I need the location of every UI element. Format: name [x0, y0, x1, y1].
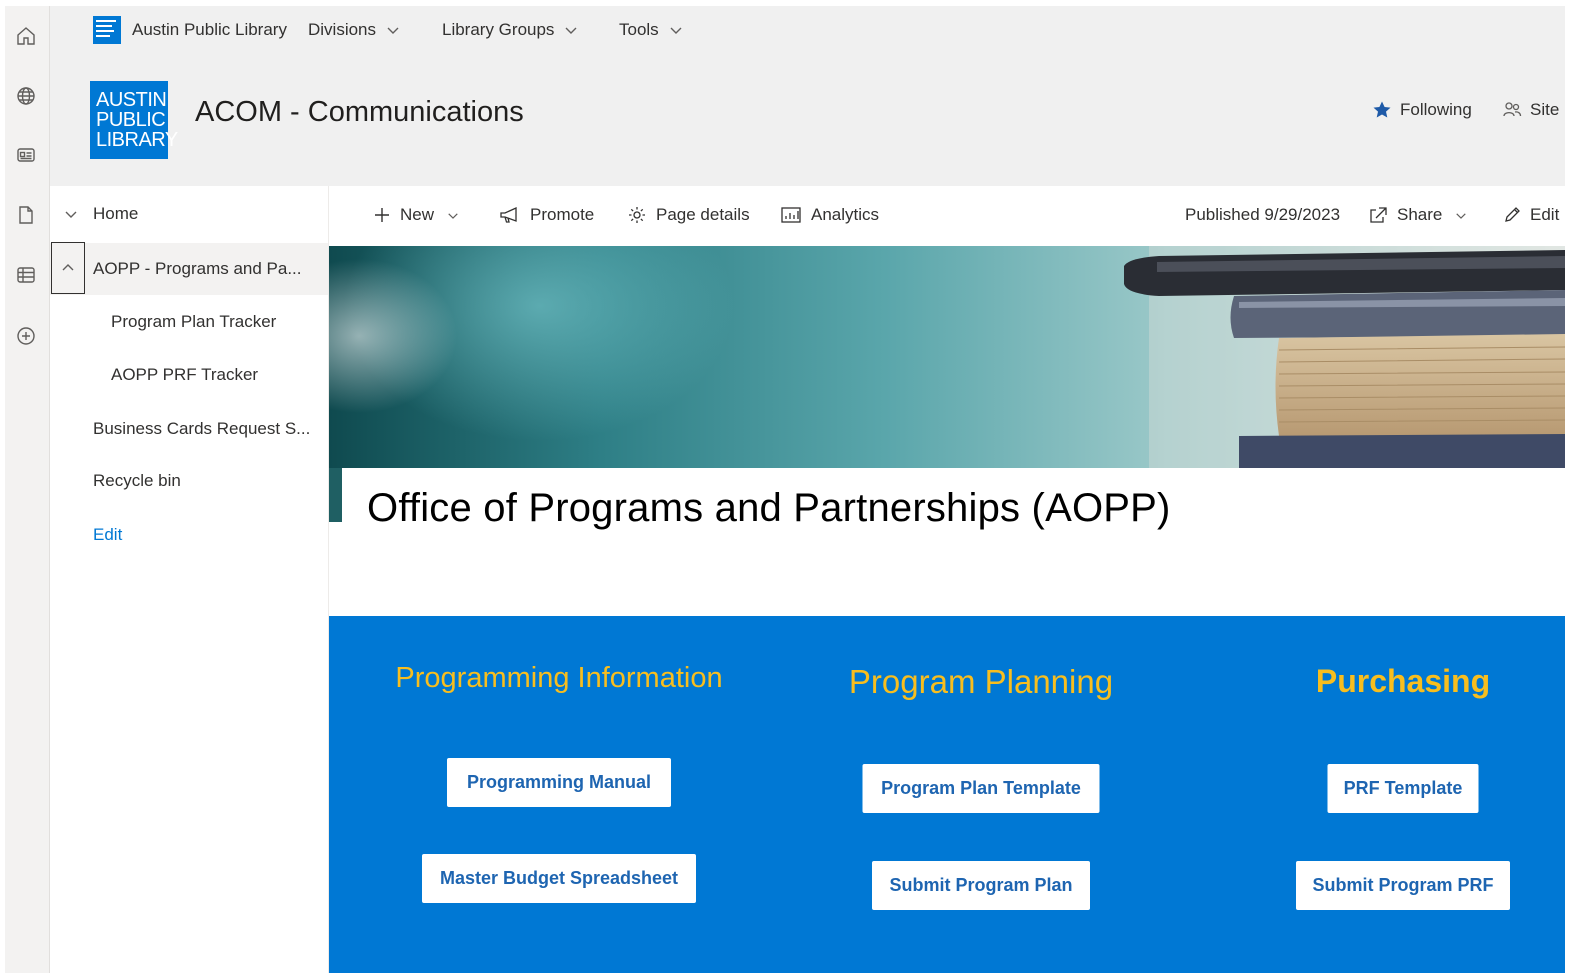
chevron-down-icon — [670, 27, 682, 34]
logo-line: PUBLIC — [96, 109, 166, 131]
master-budget-spreadsheet-button[interactable]: Master Budget Spreadsheet — [422, 854, 696, 903]
share-icon — [1370, 207, 1387, 223]
nav-item-label: Recycle bin — [93, 471, 181, 490]
people-icon — [1503, 102, 1522, 117]
hub-home-link[interactable]: Austin Public Library — [93, 6, 287, 54]
promote-label: Promote — [530, 205, 595, 224]
nav-item-label: Business Cards Request S... — [93, 419, 311, 438]
hub-menu-label: Library Groups — [442, 20, 555, 39]
analytics-icon — [781, 207, 801, 223]
chevron-down-icon — [1456, 212, 1467, 219]
new-button[interactable]: New — [373, 186, 459, 244]
nav-item-label: AOPP PRF Tracker — [111, 365, 259, 384]
hub-menu-label: Tools — [619, 20, 659, 39]
hub-menu-label: Divisions — [308, 20, 377, 39]
star-filled-icon — [1373, 101, 1391, 118]
section-heading-program-planning: Program Planning — [848, 663, 1114, 700]
nav-item-label: Home — [93, 204, 139, 223]
site-logo[interactable]: AUSTIN PUBLIC LIBRARY — [90, 81, 178, 159]
share-button[interactable]: Share — [1368, 186, 1467, 244]
hub-logo-icon — [93, 16, 121, 44]
analytics-button[interactable]: Analytics — [780, 186, 879, 244]
nav-item-aopp-prf-tracker[interactable]: AOPP PRF Tracker — [50, 349, 328, 401]
nav-edit-link[interactable]: Edit — [50, 509, 328, 561]
books-stack-image — [1124, 246, 1565, 468]
hub-navigation-bar: Austin Public Library Divisions Library … — [50, 6, 1565, 54]
gear-icon — [629, 207, 645, 223]
nav-item-recycle-bin[interactable]: Recycle bin — [50, 455, 328, 507]
edit-label: Edit — [1530, 205, 1560, 224]
chevron-down-icon — [448, 212, 458, 219]
following-button[interactable]: Following — [1372, 100, 1472, 120]
logo-line: LIBRARY — [96, 129, 178, 151]
following-label: Following — [1400, 100, 1472, 119]
app-rail — [5, 6, 50, 973]
site-access-button[interactable]: Site — [1502, 100, 1559, 120]
logo-line: AUSTIN — [96, 89, 167, 111]
section-heading-purchasing: Purchasing — [1315, 663, 1491, 699]
site-header: AUSTIN PUBLIC LIBRARY ACOM - Communicati… — [50, 54, 1565, 186]
nav-item-label: AOPP - Programs and Pa... — [93, 259, 302, 278]
document-icon[interactable] — [9, 198, 43, 232]
pencil-icon — [1505, 207, 1520, 222]
quick-links-section: Programming Information Programming Manu… — [329, 616, 1565, 973]
nav-item-aopp[interactable]: AOPP - Programs and Pa... — [50, 242, 328, 295]
hub-menu-tools[interactable]: Tools — [619, 6, 683, 54]
chevron-down-icon — [565, 27, 577, 34]
share-label: Share — [1397, 205, 1443, 224]
news-icon[interactable] — [9, 138, 43, 172]
list-icon[interactable] — [9, 258, 43, 292]
site-title[interactable]: ACOM - Communications — [195, 96, 524, 129]
site-navigation: Home AOPP - Programs and Pa... Program P… — [50, 186, 329, 973]
published-text: Published 9/29/2023 — [1185, 205, 1341, 224]
submit-program-prf-button[interactable]: Submit Program PRF — [1296, 861, 1510, 910]
hero-banner-image — [329, 246, 1565, 468]
site-access-label: Site — [1530, 100, 1560, 119]
section-heading-programming-information: Programming Information — [395, 662, 723, 694]
nav-item-business-cards[interactable]: Business Cards Request S... — [50, 403, 328, 455]
page-title: Office of Programs and Partnerships (AOP… — [367, 486, 1171, 530]
new-label: New — [400, 205, 435, 224]
chevron-down-icon — [387, 27, 399, 34]
edit-page-button[interactable]: Edit — [1503, 186, 1559, 244]
chevron-up-icon[interactable] — [51, 242, 85, 294]
chevron-down-icon[interactable] — [54, 209, 88, 219]
submit-program-plan-button[interactable]: Submit Program Plan — [872, 861, 1090, 910]
promote-button[interactable]: Promote — [499, 186, 594, 244]
hub-site-name: Austin Public Library — [132, 20, 287, 39]
nav-edit-label: Edit — [93, 525, 123, 544]
add-circle-icon[interactable] — [9, 319, 43, 353]
plus-icon — [375, 208, 389, 222]
nav-item-home[interactable]: Home — [50, 188, 328, 240]
title-accent-bar — [329, 468, 342, 522]
published-status: Published 9/29/2023 — [1185, 186, 1340, 244]
program-plan-template-button[interactable]: Program Plan Template — [862, 764, 1100, 813]
home-icon[interactable] — [9, 19, 43, 53]
page-details-button[interactable]: Page details — [627, 186, 750, 244]
prf-template-button[interactable]: PRF Template — [1327, 764, 1479, 813]
megaphone-icon — [500, 206, 517, 223]
hub-menu-divisions[interactable]: Divisions — [308, 6, 400, 54]
nav-item-label: Program Plan Tracker — [111, 312, 277, 331]
hub-menu-library-groups[interactable]: Library Groups — [442, 6, 578, 54]
programming-manual-button[interactable]: Programming Manual — [447, 758, 671, 807]
nav-item-program-plan-tracker[interactable]: Program Plan Tracker — [50, 296, 328, 348]
page-details-label: Page details — [656, 205, 750, 224]
analytics-label: Analytics — [811, 205, 880, 224]
globe-icon[interactable] — [9, 79, 43, 113]
command-bar: New Promote Page details Analytics Publi… — [329, 186, 1565, 246]
